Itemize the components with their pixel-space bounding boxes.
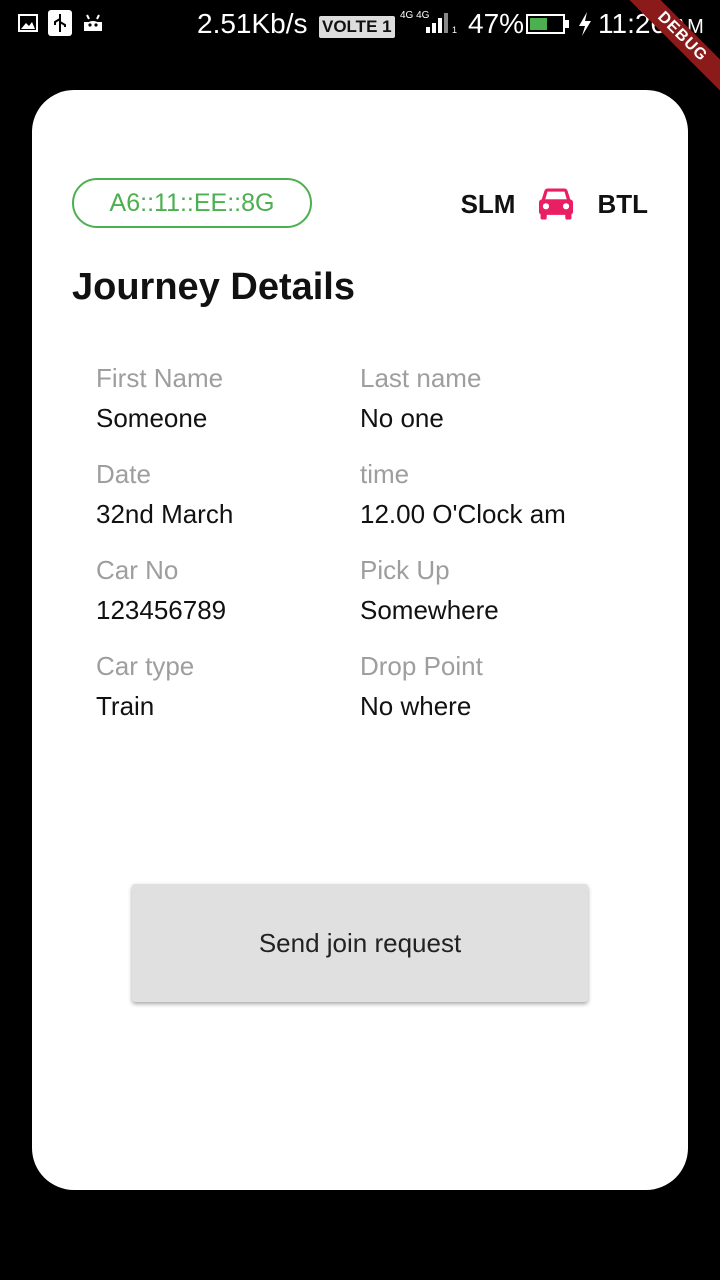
field-last-name: Last name No one (360, 362, 620, 434)
field-drop-point: Drop Point No where (360, 650, 620, 722)
field-car-type: Car type Train (96, 650, 356, 722)
field-value: 12.00 O'Clock am (360, 499, 566, 529)
field-value: Somewhere (360, 595, 499, 625)
field-car-no: Car No 123456789 (96, 554, 356, 626)
page-title: Journey Details (72, 266, 355, 308)
signal-icon: 1 (426, 13, 457, 34)
field-value: No where (360, 691, 472, 721)
field-label: Drop Point (360, 651, 483, 681)
status-bar: 2.51Kb/s VOLTE 1 4G 4G 1 47% 11:26 AM (0, 0, 720, 50)
field-label: Car No (96, 555, 179, 585)
field-value: Someone (96, 403, 208, 433)
field-pick-up: Pick Up Somewhere (360, 554, 620, 626)
route-from: SLM (460, 188, 516, 219)
field-value: No one (360, 403, 444, 433)
field-first-name: First Name Someone (96, 362, 356, 434)
route-to: BTL (597, 188, 648, 219)
field-label: First Name (96, 363, 224, 393)
field-value: 32nd March (96, 499, 234, 529)
svg-text:1: 1 (452, 25, 457, 34)
network-speed: 2.51Kb/s (197, 8, 308, 39)
field-label: time (360, 459, 410, 489)
field-time: time 12.00 O'Clock am (360, 458, 620, 530)
field-date: Date 32nd March (96, 458, 356, 530)
battery-percent: 47% (468, 8, 525, 39)
device-id-chip: A6::11::EE::8G (72, 178, 312, 228)
charging-icon (579, 12, 591, 36)
route-indicator: SLM BTL (461, 182, 648, 226)
android-icon (84, 14, 102, 31)
field-label: Last name (360, 363, 482, 393)
journey-card: A6::11::EE::8G SLM BTL Journey Details F… (32, 90, 688, 1190)
field-value: Train (96, 691, 155, 721)
car-icon (539, 188, 574, 220)
field-label: Car type (96, 651, 195, 681)
volte-badge: VOLTE 1 (319, 16, 395, 38)
send-join-request-button[interactable]: Send join request (132, 884, 588, 1002)
battery-icon (526, 14, 569, 34)
field-value: 123456789 (96, 595, 227, 625)
usb-icon (48, 10, 72, 36)
field-label: Pick Up (360, 555, 450, 585)
gallery-icon (18, 14, 38, 32)
field-label: Date (96, 459, 151, 489)
